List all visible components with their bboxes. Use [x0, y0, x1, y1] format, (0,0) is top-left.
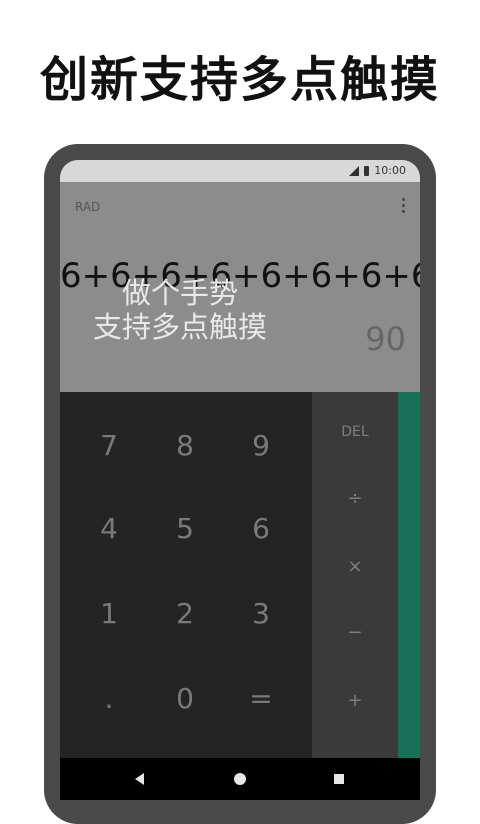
back-icon[interactable]: [135, 773, 144, 785]
key-5[interactable]: 5: [155, 512, 215, 545]
status-time: 10:00: [374, 164, 406, 177]
home-icon[interactable]: [234, 773, 246, 785]
gesture-tip-line2: 支持多点触摸: [92, 310, 267, 344]
calculator-screen: 10:00 RAD 6+6+6+6+6+6+6+6+6 90 7 8 9 4 5…: [60, 160, 420, 800]
number-keypad: 7 8 9 4 5 6 1 2 3 . 0 =: [60, 392, 312, 758]
navigation-bar: [60, 758, 420, 800]
gesture-tip-line1: 做个手势: [121, 276, 238, 310]
headline: 创新支持多点触摸: [39, 52, 440, 108]
divide-button[interactable]: ÷: [312, 488, 398, 509]
result-field: 90: [365, 320, 406, 358]
key-3[interactable]: 3: [231, 597, 291, 630]
key-1[interactable]: 1: [79, 597, 139, 630]
key-2[interactable]: 2: [155, 597, 215, 630]
more-options-icon[interactable]: [402, 198, 406, 213]
advanced-panel-handle[interactable]: [398, 392, 420, 758]
battery-icon: [364, 165, 370, 176]
multiply-button[interactable]: ×: [312, 556, 398, 577]
plus-button[interactable]: +: [312, 690, 398, 711]
status-icons: 10:00: [349, 164, 406, 177]
key-0[interactable]: 0: [155, 682, 215, 715]
key-8[interactable]: 8: [155, 429, 215, 462]
delete-button[interactable]: DEL: [312, 424, 398, 440]
key-9[interactable]: 9: [231, 429, 291, 462]
minus-button[interactable]: −: [312, 622, 398, 643]
operator-panel: DEL ÷ × − +: [312, 392, 398, 758]
key-equals[interactable]: =: [231, 682, 291, 715]
recents-icon[interactable]: [334, 774, 344, 784]
status-bar: 10:00: [60, 160, 420, 182]
angle-mode-label[interactable]: RAD: [75, 200, 100, 214]
signal-icon: [349, 165, 360, 176]
key-decimal[interactable]: .: [79, 682, 139, 715]
gesture-tip: 做个手势 支持多点触摸: [60, 276, 300, 344]
key-4[interactable]: 4: [79, 512, 139, 545]
key-7[interactable]: 7: [79, 429, 139, 462]
key-6[interactable]: 6: [231, 512, 291, 545]
